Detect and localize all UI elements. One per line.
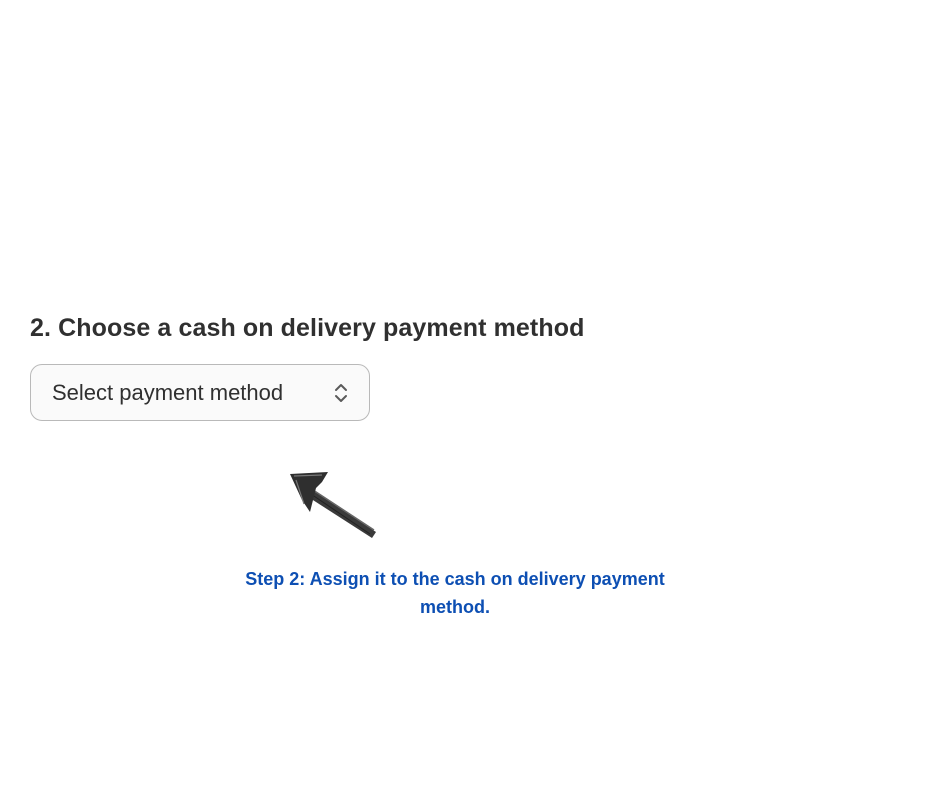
payment-method-select[interactable]: Select payment method: [30, 364, 370, 421]
chevron-up-down-icon: [335, 383, 347, 402]
hand-drawn-arrow-icon: [290, 472, 376, 538]
payment-method-select-value: Select payment method: [52, 379, 284, 405]
step-note: Step 2: Assign it to the cash on deliver…: [245, 569, 665, 617]
section-heading: 2. Choose a cash on delivery payment met…: [30, 314, 585, 342]
